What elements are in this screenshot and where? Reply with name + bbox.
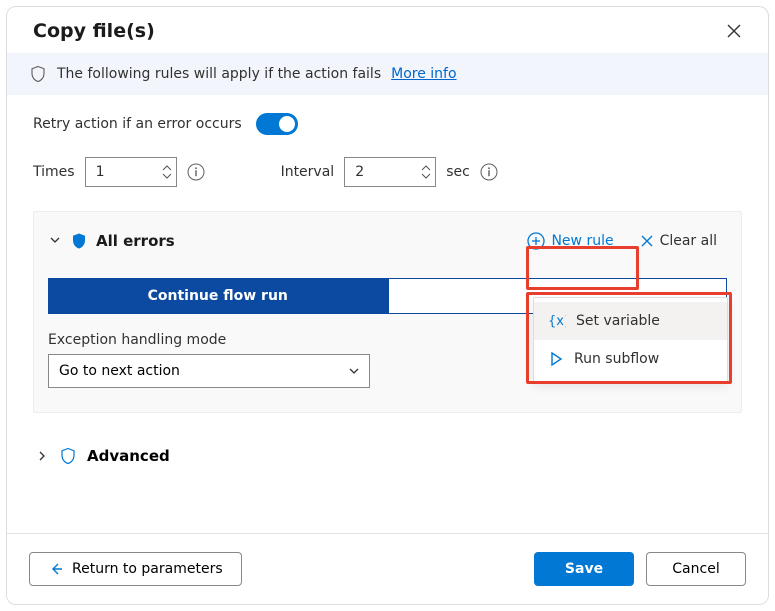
close-icon [640, 234, 654, 248]
footer: Return to parameters Save Cancel [7, 533, 768, 604]
braces-icon: {x} [548, 312, 566, 330]
info-bar: The following rules will apply if the ac… [7, 53, 768, 95]
menu-set-variable-label: Set variable [576, 313, 660, 329]
plus-circle-icon [527, 232, 545, 250]
times-stepper[interactable] [162, 165, 172, 179]
close-icon [726, 23, 742, 39]
save-button[interactable]: Save [534, 552, 634, 586]
collapse-toggle[interactable] [48, 232, 62, 251]
dialog-title: Copy file(s) [33, 20, 155, 42]
toggle-knob [279, 116, 295, 132]
shield-icon [70, 232, 88, 250]
clear-all-label: Clear all [660, 233, 717, 249]
return-button[interactable]: Return to parameters [29, 552, 242, 586]
times-value: 1 [96, 164, 105, 180]
times-info[interactable] [187, 163, 205, 181]
clear-all-button[interactable]: Clear all [630, 227, 727, 255]
shield-icon [29, 65, 47, 83]
retry-row: Retry action if an error occurs [33, 113, 742, 135]
interval-stepper[interactable] [421, 165, 431, 179]
new-rule-label: New rule [551, 233, 613, 249]
mode-select[interactable]: Go to next action [48, 354, 370, 388]
segment-continue[interactable]: Continue flow run [48, 278, 388, 314]
info-text: The following rules will apply if the ac… [57, 66, 381, 82]
dialog: Copy file(s) The following rules will ap… [6, 6, 769, 605]
chevron-up-icon [421, 165, 431, 172]
retry-toggle[interactable] [256, 113, 298, 135]
interval-label: Interval [281, 164, 335, 180]
interval-value: 2 [355, 164, 364, 180]
menu-run-subflow[interactable]: Run subflow [534, 340, 727, 378]
menu-set-variable[interactable]: {x} Set variable [534, 302, 727, 340]
retry-inputs-row: Times 1 Interval 2 sec [33, 157, 742, 187]
info-icon [480, 163, 498, 181]
arrow-left-icon [48, 561, 64, 577]
retry-label: Retry action if an error occurs [33, 116, 242, 132]
chevron-right-icon [35, 449, 49, 463]
advanced-toggle[interactable]: Advanced [33, 441, 742, 471]
menu-run-subflow-label: Run subflow [574, 351, 659, 367]
chevron-down-icon [162, 172, 172, 179]
chevron-down-icon [347, 364, 361, 378]
all-errors-heading: All errors [96, 232, 175, 250]
interval-input[interactable]: 2 [344, 157, 436, 187]
chevron-down-icon [421, 172, 431, 179]
svg-text:{x}: {x} [548, 314, 566, 329]
new-rule-menu: {x} Set variable Run subflow [533, 297, 728, 383]
info-icon [187, 163, 205, 181]
chevron-up-icon [162, 165, 172, 172]
interval-unit: sec [446, 164, 470, 180]
advanced-heading: Advanced [87, 447, 170, 465]
times-input[interactable]: 1 [85, 157, 177, 187]
new-rule-button[interactable]: New rule [517, 226, 623, 256]
chevron-down-icon [48, 233, 62, 247]
titlebar: Copy file(s) [7, 7, 768, 53]
interval-info[interactable] [480, 163, 498, 181]
play-icon [548, 351, 564, 367]
shield-icon [59, 447, 77, 465]
times-label: Times [33, 164, 75, 180]
mode-value: Go to next action [59, 363, 180, 379]
panel-head: All errors New rule Clear all [48, 226, 727, 256]
more-info-link[interactable]: More info [391, 66, 456, 82]
return-label: Return to parameters [72, 561, 223, 577]
cancel-button[interactable]: Cancel [646, 552, 746, 586]
close-button[interactable] [722, 19, 746, 43]
